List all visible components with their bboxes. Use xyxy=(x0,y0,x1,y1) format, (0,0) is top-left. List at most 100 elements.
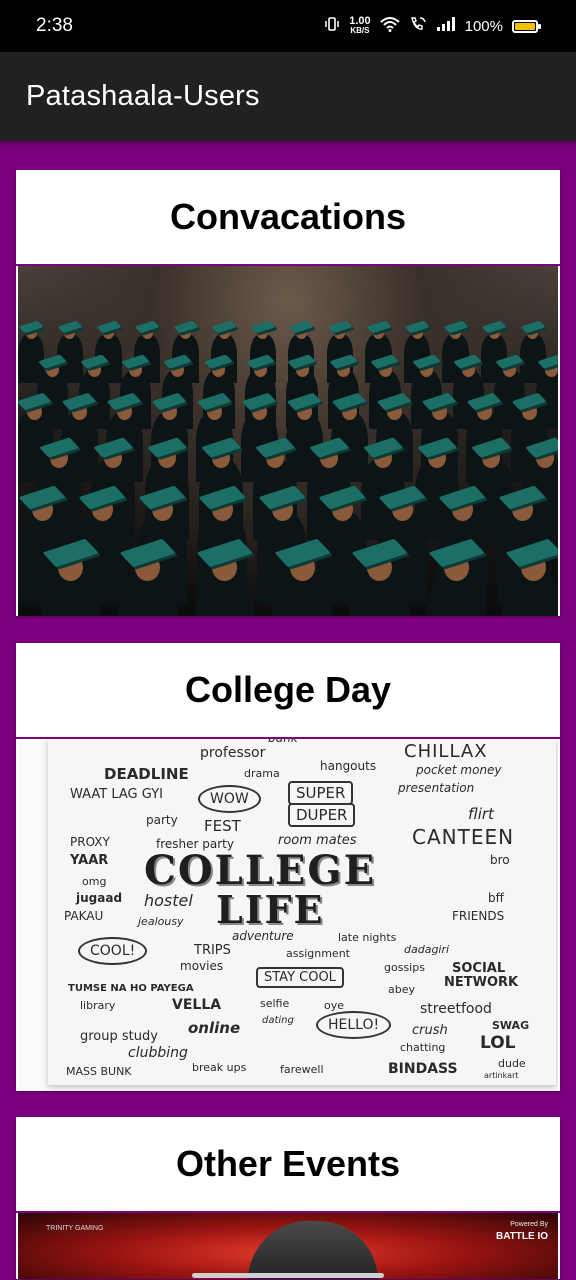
poster-word: SWAG xyxy=(492,1019,530,1032)
poster-word: PAKAU xyxy=(64,909,104,923)
net-speed: 1.00 KB/S xyxy=(349,16,370,36)
poster-word: SOCIAL xyxy=(452,961,506,976)
graduation-cap xyxy=(404,320,430,333)
graduation-cap xyxy=(134,320,160,333)
poster-word: bunk xyxy=(268,739,298,745)
college-life-poster: bunk professor CHILLAX DEADLINE drama ha… xyxy=(48,739,556,1085)
poster-word: abey xyxy=(388,983,416,996)
graduation-cap xyxy=(520,320,546,333)
vibrate-icon xyxy=(324,16,340,36)
college-life-image[interactable]: bunk professor CHILLAX DEADLINE drama ha… xyxy=(18,739,558,1091)
poster-word: PROXY xyxy=(70,835,110,849)
poster-word: LOL xyxy=(480,1033,516,1053)
poster-word: WAAT LAG GYI xyxy=(70,787,163,802)
poster-word: BINDASS xyxy=(388,1061,458,1077)
app-title: Patashaala-Users xyxy=(26,80,260,112)
convocation-image[interactable] xyxy=(18,266,558,616)
poster-word: gossips xyxy=(384,961,425,974)
gesture-nav-handle[interactable] xyxy=(192,1273,384,1278)
poster-word: VELLA xyxy=(172,997,222,1013)
card-title: Other Events xyxy=(16,1117,560,1213)
wifi-calling-icon xyxy=(409,16,427,36)
poster-word: YAAR xyxy=(70,853,109,868)
poster-word: selfie xyxy=(260,997,290,1010)
poster-word: DUPER xyxy=(288,803,356,827)
graduation-cap xyxy=(366,320,391,333)
poster-word: hostel xyxy=(144,891,193,910)
poster-word: NETWORK xyxy=(444,975,519,990)
poster-word: room mates xyxy=(278,833,357,848)
poster-word: assignment xyxy=(286,947,350,960)
card-title: Convacations xyxy=(16,170,560,266)
poster-word: TRIPS xyxy=(194,943,231,958)
other-events-image[interactable]: TRINITY GAMING Powered By BATTLE IO xyxy=(18,1213,558,1279)
poster-word: TUMSE NA HO PAYEGA xyxy=(68,983,194,994)
poster-word: CANTEEN xyxy=(412,825,515,849)
net-speed-unit: KB/S xyxy=(350,26,370,35)
poster-word: FRIENDS xyxy=(452,909,505,923)
poster-word: online xyxy=(188,1019,241,1037)
graduation-cap xyxy=(327,320,353,333)
poster-word: streetfood xyxy=(420,1001,492,1017)
poster-word: STAY COOL xyxy=(256,967,344,988)
poster-word: jealousy xyxy=(138,915,184,928)
poster-word: chatting xyxy=(400,1041,446,1054)
poster-word: omg xyxy=(82,875,107,888)
poster-word: bff xyxy=(488,891,504,905)
wifi-icon xyxy=(379,16,400,36)
poster-word: professor xyxy=(200,745,266,761)
event-card-convocations[interactable]: Convacations xyxy=(16,170,560,616)
poster-word: dude xyxy=(498,1057,526,1070)
signal-icon xyxy=(436,16,456,36)
poster-word: bro xyxy=(490,853,510,867)
events-left-logo: TRINITY GAMING xyxy=(46,1225,104,1232)
poster-word: MASS BUNK xyxy=(66,1065,132,1078)
helmet-graphic xyxy=(248,1221,378,1279)
poster-word: CHILLAX xyxy=(404,741,488,762)
card-title: College Day xyxy=(16,643,560,739)
poster-title-life: LIFE xyxy=(216,887,325,932)
event-card-other-events[interactable]: Other Events TRINITY GAMING Powered By B… xyxy=(16,1117,560,1279)
app-bar: Patashaala-Users xyxy=(0,52,576,141)
poster-word: FEST xyxy=(204,817,241,835)
poster-word: presentation xyxy=(398,781,475,795)
poster-word: late nights xyxy=(338,931,397,944)
poster-word: adventure xyxy=(232,929,294,943)
graduation-cap xyxy=(443,320,468,333)
net-speed-value: 1.00 xyxy=(349,15,371,27)
poster-word: dating xyxy=(262,1015,294,1026)
poster-word: oye xyxy=(324,999,345,1012)
poster-word: library xyxy=(80,999,116,1012)
graduation-cap xyxy=(96,320,121,333)
status-bar: 2:38 1.00 KB/S 100% xyxy=(0,0,576,52)
poster-word: jugaad xyxy=(76,891,123,905)
status-icons: 1.00 KB/S 100% xyxy=(324,16,541,36)
poster-word: break ups xyxy=(192,1061,247,1074)
graduation-cap xyxy=(250,320,276,333)
poster-word: drama xyxy=(244,767,280,780)
poster-word: party xyxy=(146,813,178,827)
poster-word: pocket money xyxy=(416,763,502,777)
battery-icon xyxy=(512,19,541,33)
poster-word: DEADLINE xyxy=(104,765,189,783)
poster-word: COOL! xyxy=(78,937,148,965)
poster-word: HELLO! xyxy=(316,1011,392,1039)
events-brand: BATTLE IO xyxy=(495,1231,548,1242)
poster-word: artinkart xyxy=(484,1071,519,1080)
event-card-college-day[interactable]: College Day bunk professor CHILLAX DEADL… xyxy=(16,643,560,1091)
poster-word: crush xyxy=(412,1023,448,1038)
poster-word: SUPER xyxy=(288,781,354,805)
graduation-cap xyxy=(57,320,83,333)
poster-word: hangouts xyxy=(320,759,377,773)
poster-word: WOW xyxy=(198,785,261,813)
status-time: 2:38 xyxy=(36,15,73,36)
poster-word: farewell xyxy=(280,1063,324,1076)
poster-word: dadagiri xyxy=(404,943,450,956)
poster-word: movies xyxy=(180,959,224,973)
graduation-cap xyxy=(173,320,198,333)
poster-word: group study xyxy=(80,1029,158,1044)
poster-word: clubbing xyxy=(128,1045,188,1061)
events-powered-by: Powered By xyxy=(510,1221,548,1228)
poster-word: flirt xyxy=(468,805,494,823)
battery-percent: 100% xyxy=(464,17,503,35)
